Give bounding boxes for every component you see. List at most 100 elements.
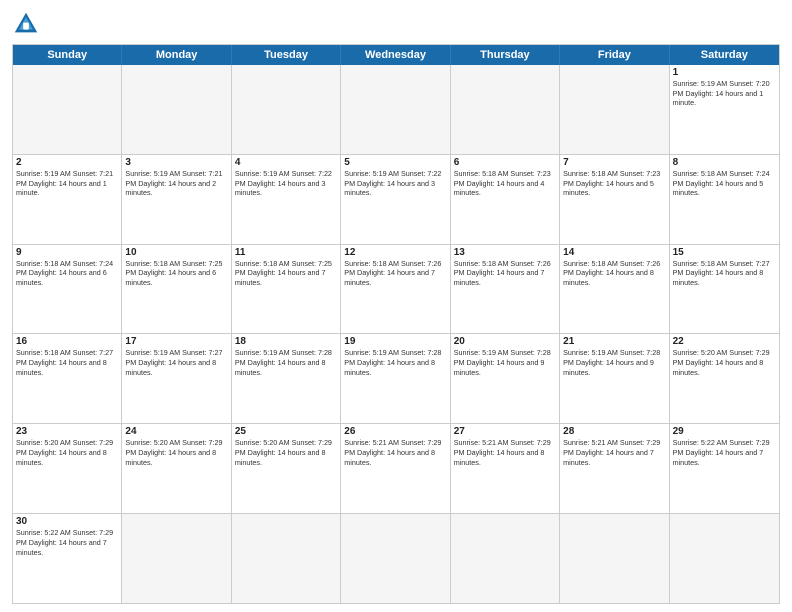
day-content: Sunrise: 5:18 AM Sunset: 7:24 PM Dayligh… xyxy=(16,259,118,288)
calendar-cell-day-24: 24Sunrise: 5:20 AM Sunset: 7:29 PM Dayli… xyxy=(122,424,231,513)
calendar-cell-empty-0-1 xyxy=(122,65,231,154)
calendar-row-4: 23Sunrise: 5:20 AM Sunset: 7:29 PM Dayli… xyxy=(13,424,779,514)
calendar-cell-empty-5-3 xyxy=(341,514,450,603)
calendar-cell-day-23: 23Sunrise: 5:20 AM Sunset: 7:29 PM Dayli… xyxy=(13,424,122,513)
day-number: 1 xyxy=(673,67,776,78)
day-number: 14 xyxy=(563,247,665,258)
day-content: Sunrise: 5:20 AM Sunset: 7:29 PM Dayligh… xyxy=(235,438,337,467)
calendar-body: 1Sunrise: 5:19 AM Sunset: 7:20 PM Daylig… xyxy=(13,65,779,603)
calendar-cell-empty-0-0 xyxy=(13,65,122,154)
day-number: 25 xyxy=(235,426,337,437)
day-content: Sunrise: 5:18 AM Sunset: 7:25 PM Dayligh… xyxy=(235,259,337,288)
day-content: Sunrise: 5:22 AM Sunset: 7:29 PM Dayligh… xyxy=(16,528,118,557)
day-content: Sunrise: 5:19 AM Sunset: 7:28 PM Dayligh… xyxy=(344,348,446,377)
day-number: 17 xyxy=(125,336,227,347)
calendar-cell-day-12: 12Sunrise: 5:18 AM Sunset: 7:26 PM Dayli… xyxy=(341,245,450,334)
weekday-header-monday: Monday xyxy=(122,45,231,65)
weekday-header-friday: Friday xyxy=(560,45,669,65)
day-content: Sunrise: 5:19 AM Sunset: 7:20 PM Dayligh… xyxy=(673,79,776,108)
day-content: Sunrise: 5:18 AM Sunset: 7:24 PM Dayligh… xyxy=(673,169,776,198)
calendar-cell-empty-0-5 xyxy=(560,65,669,154)
day-number: 5 xyxy=(344,157,446,168)
day-content: Sunrise: 5:19 AM Sunset: 7:27 PM Dayligh… xyxy=(125,348,227,377)
calendar-cell-day-14: 14Sunrise: 5:18 AM Sunset: 7:26 PM Dayli… xyxy=(560,245,669,334)
header xyxy=(12,10,780,38)
calendar-cell-day-15: 15Sunrise: 5:18 AM Sunset: 7:27 PM Dayli… xyxy=(670,245,779,334)
calendar-cell-day-19: 19Sunrise: 5:19 AM Sunset: 7:28 PM Dayli… xyxy=(341,334,450,423)
day-content: Sunrise: 5:19 AM Sunset: 7:21 PM Dayligh… xyxy=(16,169,118,198)
calendar-cell-empty-5-5 xyxy=(560,514,669,603)
calendar-cell-day-8: 8Sunrise: 5:18 AM Sunset: 7:24 PM Daylig… xyxy=(670,155,779,244)
calendar-cell-day-17: 17Sunrise: 5:19 AM Sunset: 7:27 PM Dayli… xyxy=(122,334,231,423)
calendar-cell-day-26: 26Sunrise: 5:21 AM Sunset: 7:29 PM Dayli… xyxy=(341,424,450,513)
calendar-cell-day-13: 13Sunrise: 5:18 AM Sunset: 7:26 PM Dayli… xyxy=(451,245,560,334)
day-content: Sunrise: 5:19 AM Sunset: 7:28 PM Dayligh… xyxy=(235,348,337,377)
day-number: 28 xyxy=(563,426,665,437)
day-number: 30 xyxy=(16,516,118,527)
calendar-cell-day-20: 20Sunrise: 5:19 AM Sunset: 7:28 PM Dayli… xyxy=(451,334,560,423)
day-content: Sunrise: 5:18 AM Sunset: 7:26 PM Dayligh… xyxy=(563,259,665,288)
day-number: 21 xyxy=(563,336,665,347)
day-number: 20 xyxy=(454,336,556,347)
day-number: 22 xyxy=(673,336,776,347)
calendar-cell-day-10: 10Sunrise: 5:18 AM Sunset: 7:25 PM Dayli… xyxy=(122,245,231,334)
weekday-header-wednesday: Wednesday xyxy=(341,45,450,65)
day-number: 9 xyxy=(16,247,118,258)
calendar-cell-day-7: 7Sunrise: 5:18 AM Sunset: 7:23 PM Daylig… xyxy=(560,155,669,244)
calendar-cell-day-22: 22Sunrise: 5:20 AM Sunset: 7:29 PM Dayli… xyxy=(670,334,779,423)
calendar-cell-empty-5-1 xyxy=(122,514,231,603)
day-content: Sunrise: 5:21 AM Sunset: 7:29 PM Dayligh… xyxy=(454,438,556,467)
calendar-cell-empty-0-2 xyxy=(232,65,341,154)
day-number: 4 xyxy=(235,157,337,168)
day-number: 27 xyxy=(454,426,556,437)
day-content: Sunrise: 5:19 AM Sunset: 7:21 PM Dayligh… xyxy=(125,169,227,198)
calendar-cell-day-18: 18Sunrise: 5:19 AM Sunset: 7:28 PM Dayli… xyxy=(232,334,341,423)
day-content: Sunrise: 5:19 AM Sunset: 7:22 PM Dayligh… xyxy=(344,169,446,198)
day-content: Sunrise: 5:18 AM Sunset: 7:23 PM Dayligh… xyxy=(454,169,556,198)
day-number: 3 xyxy=(125,157,227,168)
day-content: Sunrise: 5:19 AM Sunset: 7:22 PM Dayligh… xyxy=(235,169,337,198)
weekday-header-tuesday: Tuesday xyxy=(232,45,341,65)
day-number: 16 xyxy=(16,336,118,347)
day-number: 24 xyxy=(125,426,227,437)
calendar-cell-empty-5-4 xyxy=(451,514,560,603)
day-number: 29 xyxy=(673,426,776,437)
day-number: 19 xyxy=(344,336,446,347)
day-content: Sunrise: 5:18 AM Sunset: 7:27 PM Dayligh… xyxy=(673,259,776,288)
day-content: Sunrise: 5:19 AM Sunset: 7:28 PM Dayligh… xyxy=(454,348,556,377)
day-content: Sunrise: 5:19 AM Sunset: 7:28 PM Dayligh… xyxy=(563,348,665,377)
weekday-header-thursday: Thursday xyxy=(451,45,560,65)
day-number: 8 xyxy=(673,157,776,168)
calendar-cell-day-28: 28Sunrise: 5:21 AM Sunset: 7:29 PM Dayli… xyxy=(560,424,669,513)
calendar-cell-day-11: 11Sunrise: 5:18 AM Sunset: 7:25 PM Dayli… xyxy=(232,245,341,334)
day-number: 26 xyxy=(344,426,446,437)
logo xyxy=(12,10,44,38)
calendar-row-2: 9Sunrise: 5:18 AM Sunset: 7:24 PM Daylig… xyxy=(13,245,779,335)
day-content: Sunrise: 5:18 AM Sunset: 7:23 PM Dayligh… xyxy=(563,169,665,198)
calendar-row-1: 2Sunrise: 5:19 AM Sunset: 7:21 PM Daylig… xyxy=(13,155,779,245)
day-number: 11 xyxy=(235,247,337,258)
calendar-cell-day-29: 29Sunrise: 5:22 AM Sunset: 7:29 PM Dayli… xyxy=(670,424,779,513)
calendar-cell-empty-5-6 xyxy=(670,514,779,603)
day-number: 15 xyxy=(673,247,776,258)
day-content: Sunrise: 5:20 AM Sunset: 7:29 PM Dayligh… xyxy=(125,438,227,467)
day-number: 12 xyxy=(344,247,446,258)
day-number: 10 xyxy=(125,247,227,258)
day-content: Sunrise: 5:21 AM Sunset: 7:29 PM Dayligh… xyxy=(344,438,446,467)
calendar-row-5: 30Sunrise: 5:22 AM Sunset: 7:29 PM Dayli… xyxy=(13,514,779,603)
day-content: Sunrise: 5:18 AM Sunset: 7:25 PM Dayligh… xyxy=(125,259,227,288)
page: SundayMondayTuesdayWednesdayThursdayFrid… xyxy=(0,0,792,612)
day-number: 2 xyxy=(16,157,118,168)
calendar-cell-day-1: 1Sunrise: 5:19 AM Sunset: 7:20 PM Daylig… xyxy=(670,65,779,154)
day-number: 13 xyxy=(454,247,556,258)
calendar-cell-day-6: 6Sunrise: 5:18 AM Sunset: 7:23 PM Daylig… xyxy=(451,155,560,244)
calendar-cell-day-30: 30Sunrise: 5:22 AM Sunset: 7:29 PM Dayli… xyxy=(13,514,122,603)
calendar-cell-day-4: 4Sunrise: 5:19 AM Sunset: 7:22 PM Daylig… xyxy=(232,155,341,244)
day-content: Sunrise: 5:20 AM Sunset: 7:29 PM Dayligh… xyxy=(16,438,118,467)
day-content: Sunrise: 5:18 AM Sunset: 7:26 PM Dayligh… xyxy=(454,259,556,288)
day-content: Sunrise: 5:21 AM Sunset: 7:29 PM Dayligh… xyxy=(563,438,665,467)
calendar-cell-day-5: 5Sunrise: 5:19 AM Sunset: 7:22 PM Daylig… xyxy=(341,155,450,244)
day-content: Sunrise: 5:20 AM Sunset: 7:29 PM Dayligh… xyxy=(673,348,776,377)
day-number: 6 xyxy=(454,157,556,168)
calendar-cell-day-9: 9Sunrise: 5:18 AM Sunset: 7:24 PM Daylig… xyxy=(13,245,122,334)
